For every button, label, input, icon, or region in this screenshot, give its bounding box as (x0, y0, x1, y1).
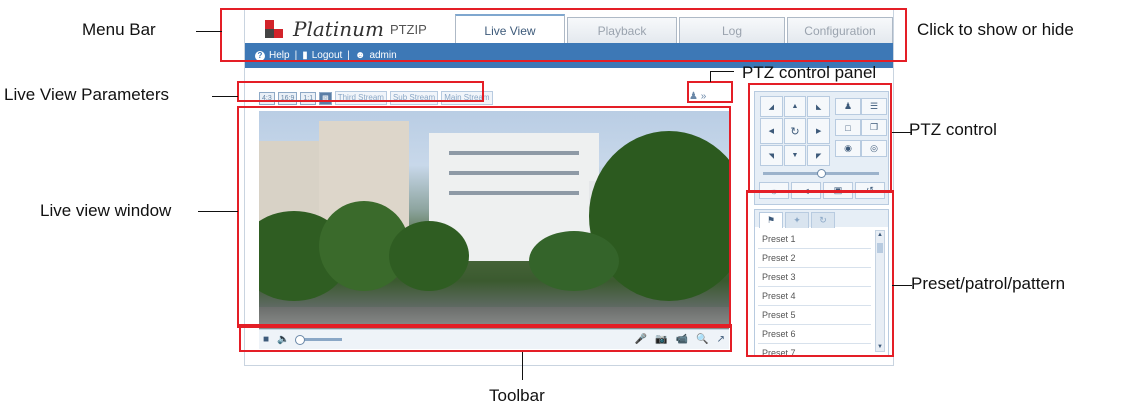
leader-line (212, 96, 238, 97)
callout-ptz-control: PTZ control (909, 120, 997, 139)
leader-line (198, 211, 238, 212)
callout-live-view-window: Live view window (40, 201, 172, 220)
callout-live-view-parameters: Live View Parameters (4, 85, 170, 104)
leader-line (522, 352, 523, 380)
callout-preset-patrol-pattern: Preset/patrol/pattern (911, 274, 1066, 293)
ptz-control-highlight (748, 83, 892, 193)
toolbar-highlight (239, 324, 732, 352)
ptz-toggle-highlight (687, 81, 733, 103)
leader-line (892, 285, 912, 286)
callout-menu-bar: Menu Bar (82, 20, 156, 39)
live-view-highlight (237, 106, 731, 328)
params-highlight (237, 81, 484, 102)
callout-click-show-hide: Click to show or hide (917, 20, 1074, 39)
leader-line (710, 71, 734, 72)
callout-ptz-control-panel: PTZ control panel (742, 63, 877, 82)
leader-line (710, 71, 711, 82)
leader-line (196, 31, 222, 32)
callout-toolbar: Toolbar (489, 386, 545, 405)
menu-bar-highlight (220, 8, 907, 62)
preset-highlight (746, 190, 894, 357)
